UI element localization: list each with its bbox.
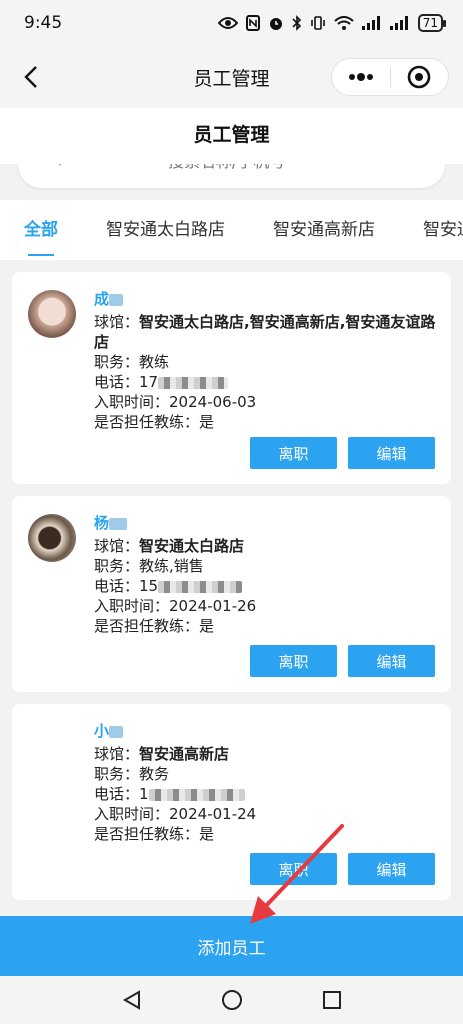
resign-button[interactable]: 离职 — [250, 853, 337, 885]
system-home-button[interactable] — [218, 986, 246, 1014]
avatar — [28, 290, 76, 338]
system-nav-bar — [0, 976, 463, 1024]
signal-icon-2 — [389, 16, 410, 30]
back-arrow-icon — [24, 66, 37, 88]
tab-third-store[interactable]: 智安通 — [423, 200, 463, 260]
resign-button[interactable]: 离职 — [250, 437, 337, 469]
avatar — [28, 514, 76, 562]
nav-bar: 员工管理 — [0, 46, 463, 108]
square-recents-icon — [322, 991, 341, 1009]
employee-venue: 智安通太白路店,智安通高新店,智安通友谊路店 — [94, 313, 436, 351]
tab-all[interactable]: 全部 — [24, 200, 58, 260]
employee-name: 成 — [94, 288, 124, 309]
eye-icon — [217, 16, 238, 30]
page-title: 员工管理 — [0, 108, 463, 164]
nfc-icon — [245, 15, 260, 31]
redacted-phone — [158, 580, 243, 593]
tab-taibai-store[interactable]: 智安通太白路店 — [106, 200, 225, 260]
employee-is-coach: 是 — [199, 413, 215, 431]
back-button[interactable] — [14, 60, 48, 94]
edit-button[interactable]: 编辑 — [348, 437, 435, 469]
employee-position: 教练,销售 — [139, 557, 204, 575]
more-dots-icon — [348, 73, 373, 81]
employee-phone: 1 — [139, 785, 149, 803]
employee-venue: 智安通高新店 — [139, 745, 230, 763]
edit-button[interactable]: 编辑 — [348, 853, 435, 885]
employee-hire-date: 2024-01-24 — [169, 805, 257, 823]
vibrate-icon — [310, 15, 326, 31]
signal-icon — [361, 16, 382, 30]
employee-card: 杨 球馆：智安通太白路店 职务：教练,销售 电话：15 入职时间：2024-01… — [12, 496, 451, 692]
employee-name: 杨 — [94, 512, 128, 533]
store-tabs: 全部 智安通太白路店 智安通高新店 智安通 — [0, 200, 463, 260]
status-time: 9:45 — [24, 13, 63, 33]
employee-phone: 17 — [139, 373, 159, 391]
circle-home-icon — [221, 990, 242, 1010]
redacted-phone — [148, 788, 245, 801]
more-button[interactable] — [332, 59, 390, 95]
system-recents-button[interactable] — [318, 986, 346, 1014]
edit-button[interactable]: 编辑 — [348, 645, 435, 677]
employee-details: 球馆：智安通太白路店 职务：教练,销售 电话：15 入职时间：2024-01-2… — [94, 537, 257, 635]
redacted-phone — [158, 376, 229, 389]
employee-name: 小 — [94, 720, 124, 741]
status-bar: 9:45 71 — [0, 0, 463, 46]
mini-program-capsule — [331, 58, 449, 96]
employee-position: 教练 — [139, 353, 170, 371]
triangle-back-icon — [122, 990, 140, 1010]
employee-phone: 15 — [139, 577, 159, 595]
employee-is-coach: 是 — [199, 825, 215, 843]
employee-card: 成 球馆：智安通太白路店,智安通高新店,智安通友谊路店 职务：教练 电话：17 … — [12, 272, 451, 484]
employee-card: 小 球馆：智安通高新店 职务：教务 电话：1 入职时间：2024-01-24 是… — [12, 704, 451, 900]
tab-gaoxin-store[interactable]: 智安通高新店 — [273, 200, 375, 260]
employee-details: 球馆：智安通高新店 职务：教务 电话：1 入职时间：2024-01-24 是否担… — [94, 745, 257, 843]
system-back-button[interactable] — [118, 986, 146, 1014]
employee-hire-date: 2024-01-26 — [169, 597, 257, 615]
target-circle-icon — [407, 65, 431, 89]
employee-details: 球馆：智安通太白路店,智安通高新店,智安通友谊路店 职务：教练 电话：17 入职… — [94, 313, 436, 431]
resign-button[interactable]: 离职 — [250, 645, 337, 677]
employee-position: 教务 — [139, 765, 170, 783]
wifi-icon — [334, 16, 354, 30]
close-mini-program-button[interactable] — [391, 59, 449, 95]
employee-venue: 智安通太白路店 — [139, 537, 245, 555]
add-employee-button[interactable]: 添加员工 — [0, 916, 463, 976]
employee-hire-date: 2024-06-03 — [169, 393, 257, 411]
status-icons: 71 — [217, 14, 447, 32]
employee-is-coach: 是 — [199, 617, 215, 635]
bluetooth-icon — [292, 15, 302, 31]
alarm-icon — [268, 15, 284, 31]
battery-indicator: 71 — [417, 14, 447, 32]
